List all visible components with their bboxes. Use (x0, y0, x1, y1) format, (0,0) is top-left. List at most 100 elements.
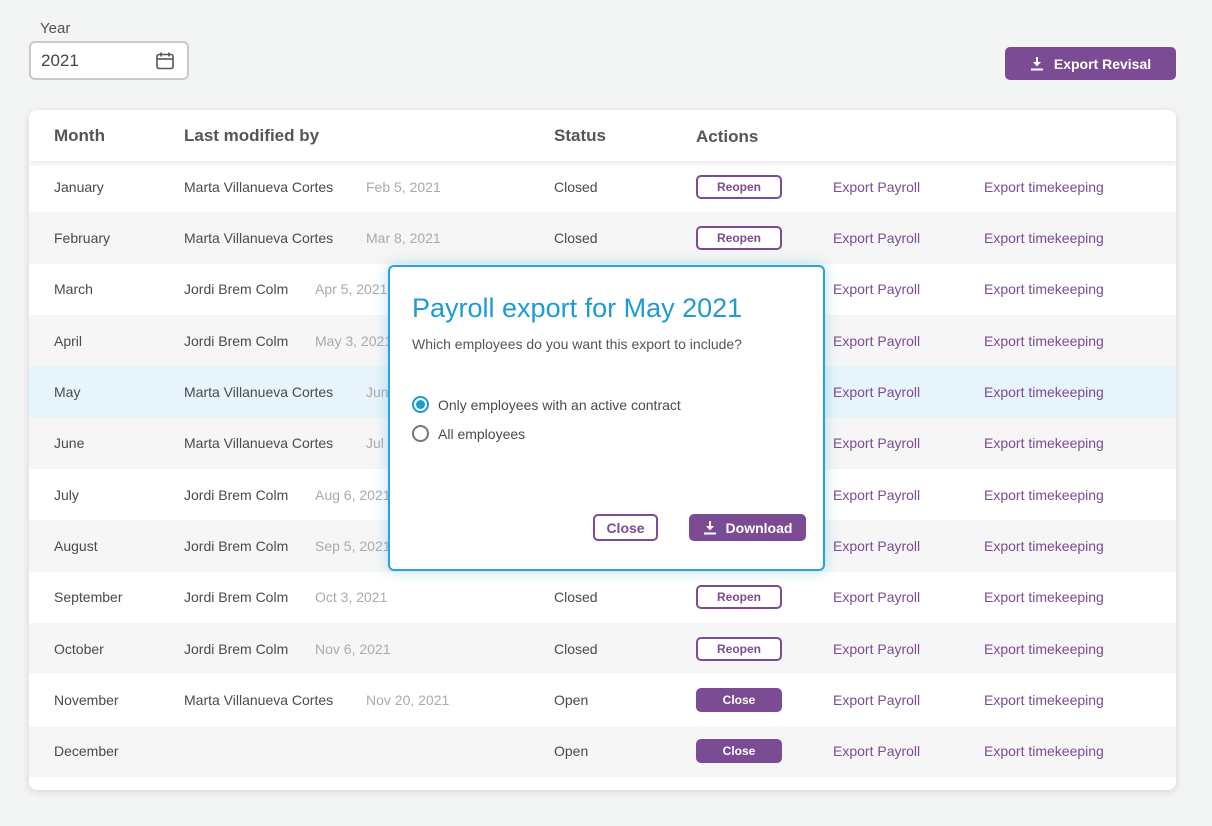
export-payroll-link[interactable]: Export Payroll (833, 743, 920, 759)
table-header: Month Last modified by Status Actions (29, 110, 1176, 161)
export-revisal-label: Export Revisal (1053, 55, 1152, 72)
export-payroll-link[interactable]: Export Payroll (833, 435, 920, 451)
month-cell: March (54, 281, 93, 298)
payroll-page: Year 2021 Export Revisal Month Last modi… (0, 0, 1212, 826)
modified-date-cell: Sep 5, 2021 (315, 537, 391, 554)
modified-date-cell: Nov 6, 2021 (315, 640, 391, 657)
year-picker-input[interactable]: 2021 (29, 41, 189, 80)
table-row: December Open Close Export Payroll Export ti… (29, 725, 1176, 777)
export-payroll-link[interactable]: Export Payroll (833, 333, 920, 349)
modified-by-cell: Jordi Brem Colm (184, 486, 289, 503)
export-payroll-link[interactable]: Export Payroll (833, 692, 920, 708)
status-cell: Open (554, 743, 589, 760)
download-label: Download (725, 519, 793, 536)
export-payroll-link[interactable]: Export Payroll (833, 384, 920, 400)
download-icon (703, 520, 716, 534)
modified-by-cell: Jordi Brem Colm (184, 332, 289, 349)
table-row: November Marta Villanueva Cortes Nov 20, 2… (29, 674, 1176, 725)
export-timekeeping-link[interactable]: Export timekeeping (984, 538, 1104, 554)
action-cell: Close (696, 739, 782, 764)
export-timekeeping-link[interactable]: Export timekeeping (984, 179, 1104, 195)
table-row: February Marta Villanueva Cortes Mar 8, 20… (29, 212, 1176, 264)
modified-by-cell: Marta Villanueva Cortes (184, 178, 334, 195)
modified-date-cell: Nov 20, 2021 (366, 691, 450, 708)
export-timekeeping-link[interactable]: Export timekeeping (984, 743, 1104, 759)
payroll-export-modal: Payroll export for May 2021 Which employ… (388, 265, 825, 571)
option-active-contract[interactable]: Only employees with an active contract (412, 396, 681, 413)
modified-by-cell: Marta Villanueva Cortes (184, 229, 334, 246)
action-cell: Reopen (696, 636, 782, 661)
reopen-button[interactable]: Reopen (696, 636, 782, 661)
header-month: Month (54, 126, 105, 145)
header-modified-by: Last modified by (184, 126, 320, 145)
export-timekeeping-link[interactable]: Export timekeeping (984, 487, 1104, 503)
export-timekeeping-link[interactable]: Export timekeeping (984, 230, 1104, 246)
month-cell: October (54, 640, 104, 657)
modal-subtitle: Which employees do you want this export … (412, 336, 742, 352)
modified-date-cell: Aug 6, 2021 (315, 486, 391, 503)
export-timekeeping-link[interactable]: Export timekeeping (984, 333, 1104, 349)
action-cell: Reopen (696, 174, 782, 199)
modal-download-button[interactable]: Download (689, 514, 806, 541)
header-actions: Actions (696, 127, 759, 146)
modified-by-cell: Marta Villanueva Cortes (184, 435, 334, 452)
radio-active-contract[interactable] (412, 396, 429, 413)
modified-date-cell: Feb 5, 2021 (366, 178, 441, 195)
close-month-button[interactable]: Close (696, 687, 782, 712)
modified-date-cell: May 3, 2021 (315, 332, 393, 349)
export-timekeeping-link[interactable]: Export timekeeping (984, 641, 1104, 657)
action-cell: Close (696, 687, 782, 712)
modified-date-cell: Apr 5, 2021 (315, 281, 388, 298)
reopen-button[interactable]: Reopen (696, 225, 782, 250)
reopen-button[interactable]: Reopen (696, 174, 782, 199)
export-payroll-link[interactable]: Export Payroll (833, 179, 920, 195)
month-cell: April (54, 332, 83, 349)
option-all-employees-label: All employees (438, 425, 526, 442)
close-month-button[interactable]: Close (696, 739, 782, 764)
export-timekeeping-link[interactable]: Export timekeeping (984, 589, 1104, 605)
month-cell: September (54, 589, 123, 606)
reopen-button[interactable]: Reopen (696, 585, 782, 610)
export-revisal-button[interactable]: Export Revisal (1005, 47, 1176, 80)
modal-close-button[interactable]: Close (593, 514, 658, 541)
modal-title: Payroll export for May 2021 (412, 293, 743, 323)
status-cell: Open (554, 691, 589, 708)
export-payroll-link[interactable]: Export Payroll (833, 281, 920, 297)
month-cell: August (54, 537, 98, 554)
year-value: 2021 (41, 50, 79, 70)
table-row: January Marta Villanueva Cortes Feb 5, 202… (29, 161, 1176, 212)
status-cell: Closed (554, 640, 598, 657)
export-payroll-link[interactable]: Export Payroll (833, 230, 920, 246)
radio-all-employees[interactable] (412, 425, 429, 442)
export-timekeeping-link[interactable]: Export timekeeping (984, 692, 1104, 708)
action-cell: Reopen (696, 585, 782, 610)
modified-date-cell: Jul (366, 435, 384, 452)
month-cell: February (54, 229, 111, 246)
export-payroll-link[interactable]: Export Payroll (833, 589, 920, 605)
modified-by-cell: Marta Villanueva Cortes (184, 383, 334, 400)
export-timekeeping-link[interactable]: Export timekeeping (984, 384, 1104, 400)
modified-by-cell: Marta Villanueva Cortes (184, 691, 334, 708)
option-all-employees[interactable]: All employees (412, 425, 525, 442)
modified-date-cell: Oct 3, 2021 (315, 589, 388, 606)
year-label: Year (40, 20, 71, 37)
export-payroll-link[interactable]: Export Payroll (833, 487, 920, 503)
export-timekeeping-link[interactable]: Export timekeeping (984, 435, 1104, 451)
header-status: Status (554, 126, 606, 145)
export-payroll-link[interactable]: Export Payroll (833, 641, 920, 657)
month-cell: May (54, 383, 81, 400)
export-timekeeping-link[interactable]: Export timekeeping (984, 281, 1104, 297)
status-cell: Closed (554, 589, 598, 606)
month-cell: December (54, 743, 119, 760)
month-cell: November (54, 691, 119, 708)
modified-date-cell: Jun (366, 383, 389, 400)
modified-by-cell: Jordi Brem Colm (184, 589, 289, 606)
action-cell: Reopen (696, 225, 782, 250)
calendar-icon[interactable] (155, 51, 175, 71)
table-row: October Jordi Brem Colm Nov 6, 2021 Closed R… (29, 622, 1176, 675)
modified-by-cell: Jordi Brem Colm (184, 640, 289, 657)
status-cell: Closed (554, 178, 598, 195)
option-active-contract-label: Only employees with an active contract (438, 396, 681, 413)
export-payroll-link[interactable]: Export Payroll (833, 538, 920, 554)
modified-by-cell: Jordi Brem Colm (184, 281, 289, 298)
